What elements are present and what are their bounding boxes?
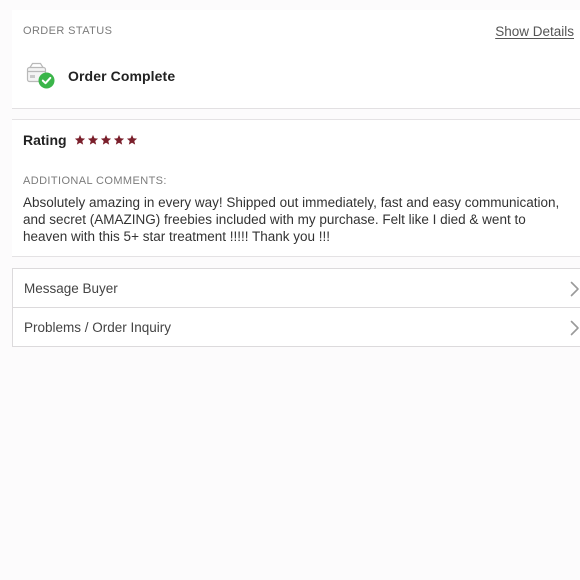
- message-buyer-row[interactable]: Message Buyer: [13, 269, 580, 307]
- chevron-right-icon: [570, 320, 579, 336]
- order-status-heading: ORDER STATUS: [23, 25, 113, 37]
- star-icon: [100, 134, 111, 145]
- additional-comments-heading: ADDITIONAL COMMENTS:: [23, 175, 167, 187]
- rating-label: Rating: [23, 132, 67, 148]
- comment-text: Absolutely amazing in every way! Shipped…: [23, 195, 560, 244]
- message-buyer-label: Message Buyer: [24, 280, 118, 296]
- star-icon: [74, 134, 85, 145]
- star-icon: [87, 134, 98, 145]
- package-check-icon: [26, 62, 56, 90]
- order-status-section: ORDER STATUS Show Details Order Complete: [12, 10, 580, 109]
- star-icon: [113, 134, 124, 145]
- order-inquiry-row[interactable]: Problems / Order Inquiry: [13, 307, 580, 346]
- chevron-right-icon: [570, 281, 579, 297]
- rating-section: Rating ADDITIONAL COMMENTS: Absolutely a…: [12, 119, 580, 257]
- show-details-link[interactable]: Show Details: [495, 24, 574, 39]
- star-rating: [74, 134, 138, 146]
- star-icon: [126, 134, 137, 145]
- rating-row: Rating: [23, 132, 138, 148]
- order-inquiry-label: Problems / Order Inquiry: [24, 319, 172, 335]
- order-status-text: Order Complete: [68, 68, 176, 84]
- action-list: Message Buyer Problems / Order Inquiry: [12, 268, 580, 347]
- order-status-row: Order Complete: [26, 62, 175, 90]
